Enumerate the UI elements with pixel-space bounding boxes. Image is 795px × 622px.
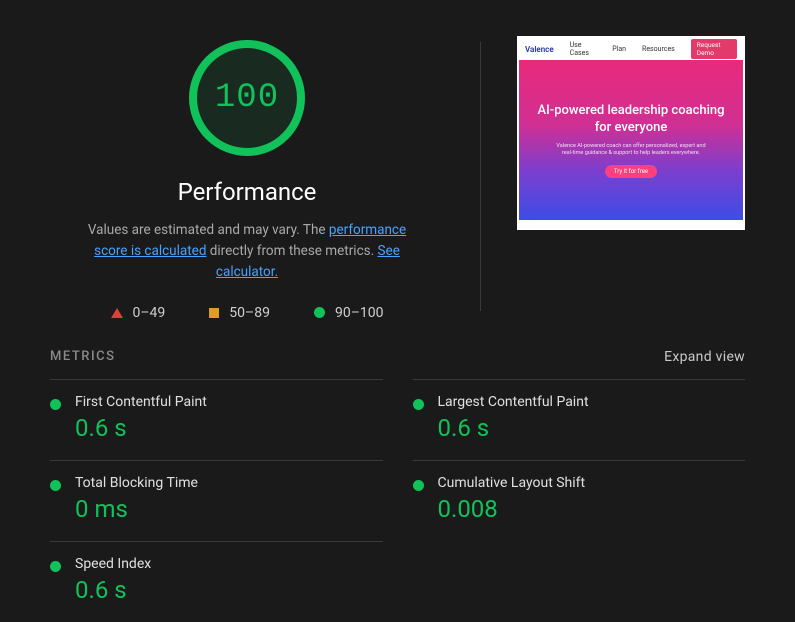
triangle-icon [111, 308, 123, 318]
score-value: 100 [215, 79, 279, 117]
metric-value: 0.008 [438, 495, 586, 523]
score-description: Values are estimated and may vary. The p… [77, 220, 417, 283]
thumbnail-hero-cta: Try it for free [605, 165, 657, 178]
metric-fcp[interactable]: First Contentful Paint 0.6 s [50, 379, 383, 460]
metric-body: Speed Index 0.6 s [75, 556, 151, 604]
metric-value: 0.6 s [438, 414, 589, 442]
thumbnail-nav-item: Resources [642, 45, 675, 53]
thumbnail-frame: Valence Use Cases Plan Resources Request… [517, 36, 745, 230]
legend-low-label: 0–49 [133, 305, 166, 321]
expand-view-button[interactable]: Expand view [664, 349, 745, 365]
legend-low: 0–49 [111, 305, 166, 321]
thumbnail-nav-item: Plan [612, 45, 626, 53]
metric-value: 0.6 s [75, 414, 207, 442]
metrics-grid: First Contentful Paint 0.6 s Largest Con… [50, 379, 745, 622]
thumbnail-nav-item: Use Cases [570, 41, 597, 57]
metric-lcp[interactable]: Largest Contentful Paint 0.6 s [413, 379, 746, 460]
status-dot-icon [50, 561, 61, 572]
metrics-header: METRICS Expand view [50, 349, 745, 365]
metric-body: Cumulative Layout Shift 0.008 [438, 475, 586, 523]
circle-icon [314, 307, 325, 318]
square-icon [209, 308, 219, 318]
vertical-divider [480, 42, 481, 311]
report-header-row: 100 Performance Values are estimated and… [50, 32, 745, 321]
legend-mid: 50–89 [209, 305, 270, 321]
score-column: 100 Performance Values are estimated and… [50, 32, 444, 321]
metric-value: 0 ms [75, 495, 198, 523]
thumbnail-nav-cta: Request Demo [691, 39, 737, 59]
status-dot-icon [413, 480, 424, 491]
score-gauge: 100 [189, 40, 305, 156]
thumbnail-hero: AI-powered leadership coaching for every… [519, 60, 743, 220]
thumbnail-hero-sub: Valence AI-powered coach can offer perso… [551, 143, 711, 157]
metric-name: Cumulative Layout Shift [438, 475, 586, 491]
performance-report: 100 Performance Values are estimated and… [0, 0, 795, 622]
metric-si[interactable]: Speed Index 0.6 s [50, 541, 383, 622]
metric-body: First Contentful Paint 0.6 s [75, 394, 207, 442]
metric-tbt[interactable]: Total Blocking Time 0 ms [50, 460, 383, 541]
metric-body: Total Blocking Time 0 ms [75, 475, 198, 523]
thumbnail-footer [519, 220, 743, 230]
thumbnail-brand: Valence [525, 45, 554, 54]
metric-value: 0.6 s [75, 576, 151, 604]
metrics-label: METRICS [50, 349, 115, 364]
metric-name: First Contentful Paint [75, 394, 207, 410]
legend-high-label: 90–100 [335, 305, 384, 321]
legend-mid-label: 50–89 [229, 305, 270, 321]
metric-cls[interactable]: Cumulative Layout Shift 0.008 [413, 460, 746, 541]
status-dot-icon [413, 399, 424, 410]
desc-mid: directly from these metrics. [206, 243, 377, 259]
metric-body: Largest Contentful Paint 0.6 s [438, 394, 589, 442]
status-dot-icon [50, 399, 61, 410]
legend-high: 90–100 [314, 305, 384, 321]
metric-name: Total Blocking Time [75, 475, 198, 491]
page-thumbnail[interactable]: Valence Use Cases Plan Resources Request… [517, 32, 745, 230]
score-title: Performance [178, 178, 317, 206]
desc-prefix: Values are estimated and may vary. The [88, 222, 329, 238]
status-dot-icon [50, 480, 61, 491]
score-legend: 0–49 50–89 90–100 [111, 305, 384, 321]
thumbnail-hero-title: AI-powered leadership coaching for every… [533, 102, 729, 137]
metric-name: Largest Contentful Paint [438, 394, 589, 410]
metric-name: Speed Index [75, 556, 151, 572]
thumbnail-nav: Valence Use Cases Plan Resources Request… [519, 38, 743, 60]
